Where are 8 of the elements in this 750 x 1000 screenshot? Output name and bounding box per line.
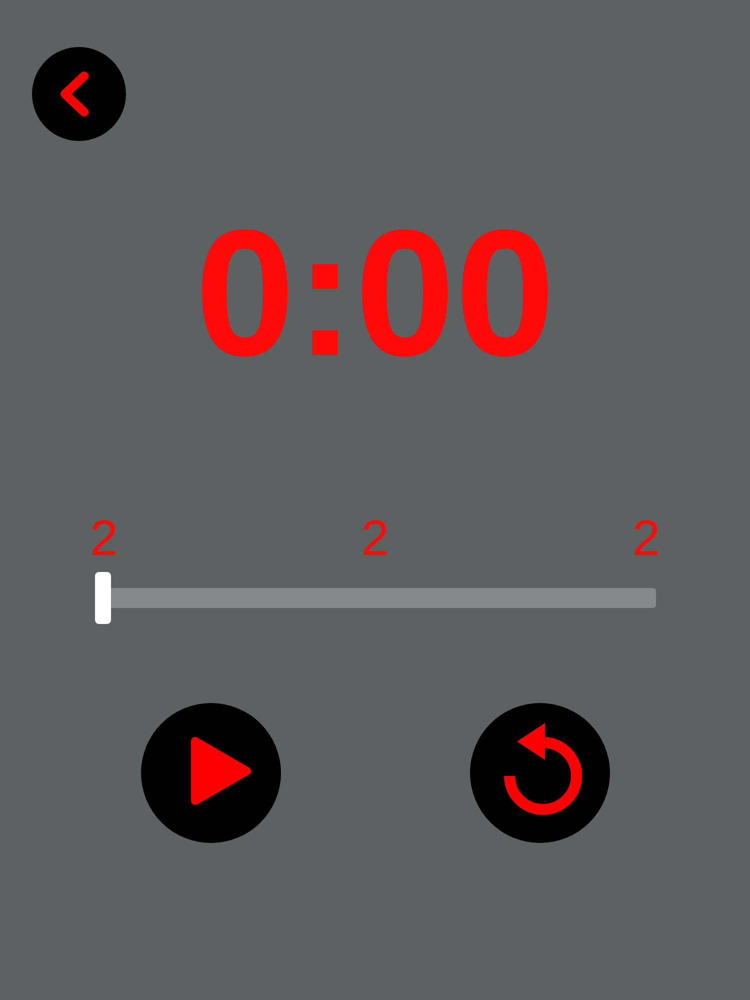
scale-label: 2 [632,513,660,563]
slider-thumb[interactable] [95,572,111,624]
scale-label: 2 [361,513,389,563]
chevron-left-icon [59,71,89,117]
restart-icon [502,723,582,815]
play-icon [190,736,252,806]
timer-display: 0:00 [194,204,556,384]
scale-label: 2 [90,513,118,563]
